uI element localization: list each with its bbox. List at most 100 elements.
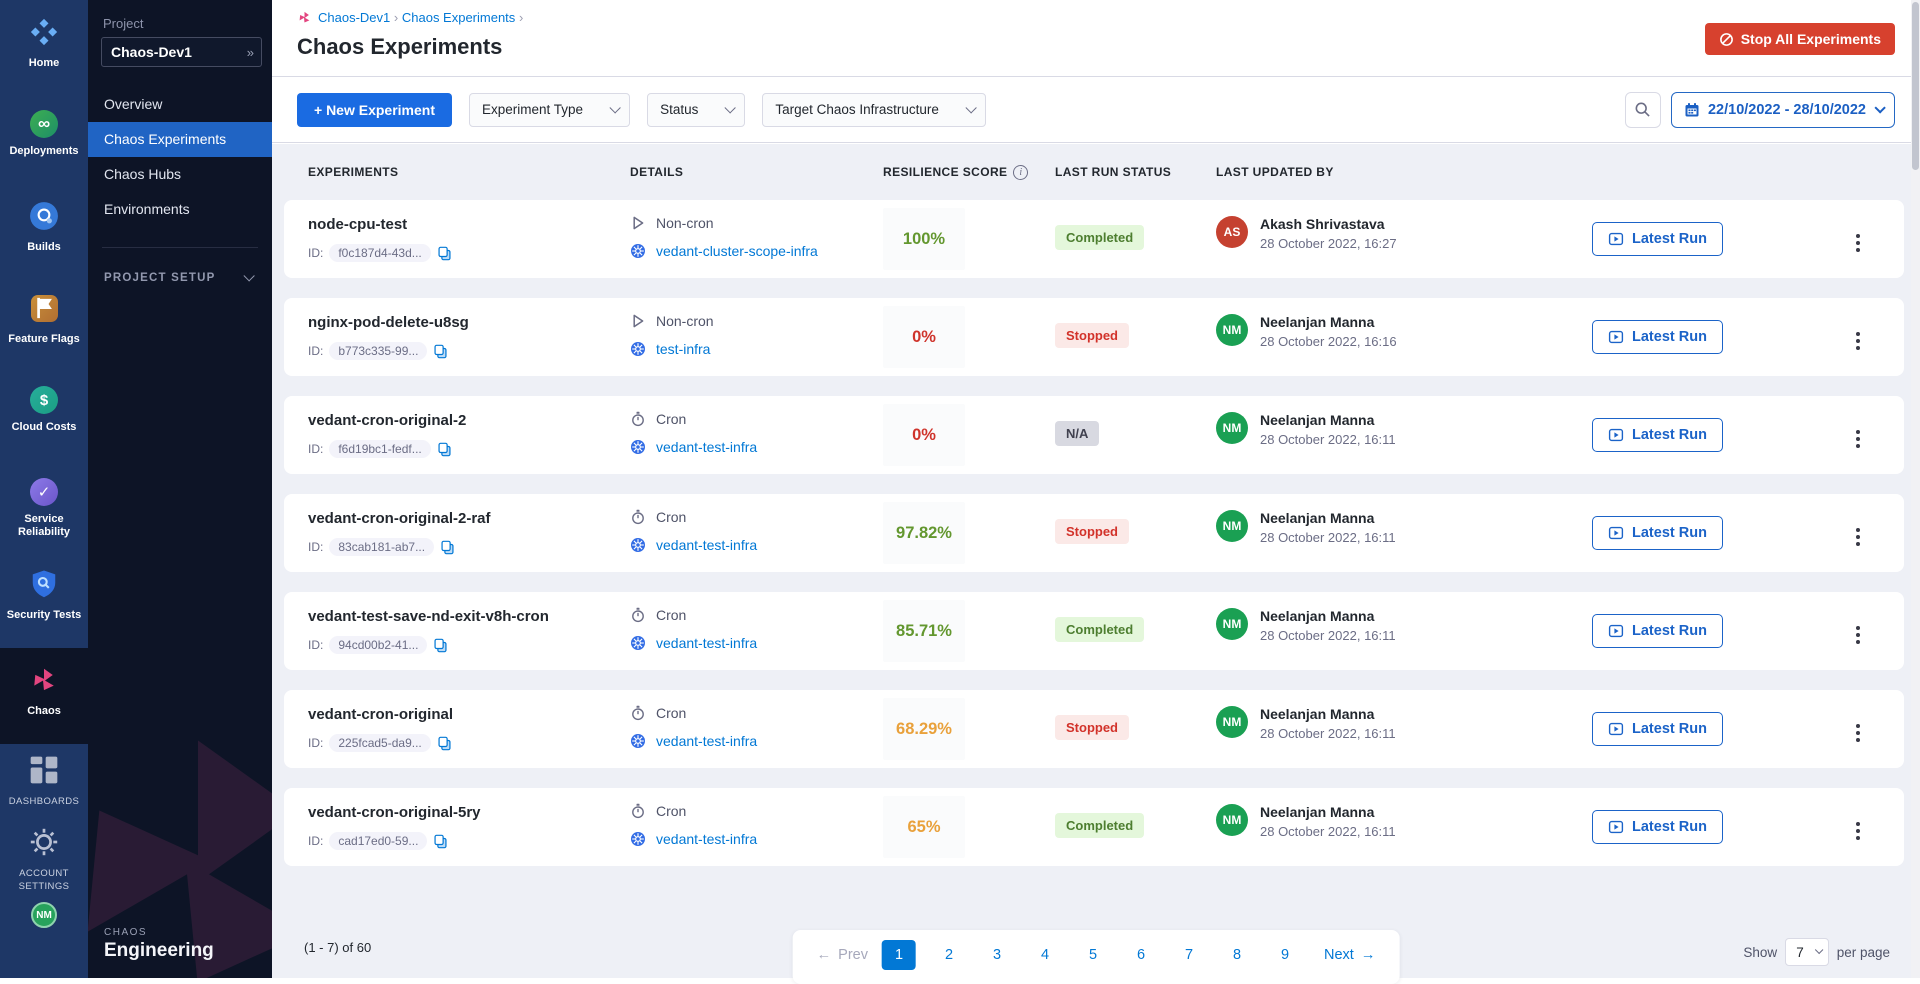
page-number-button[interactable]: 3 — [982, 940, 1012, 970]
latest-run-button[interactable]: Latest Run — [1592, 516, 1723, 550]
table-row[interactable]: vedant-cron-original-2-raf ID: 83cab181-… — [284, 494, 1904, 572]
user-avatar[interactable]: NM — [1216, 804, 1248, 836]
user-avatar[interactable]: NM — [31, 902, 57, 928]
latest-run-button[interactable]: Latest Run — [1592, 320, 1723, 354]
experiment-id[interactable]: f6d19bc1-fedf... — [329, 440, 430, 458]
infrastructure-link[interactable]: vedant-test-infra — [656, 635, 757, 651]
experiment-name[interactable]: vedant-cron-original — [308, 690, 630, 723]
table-row[interactable]: node-cpu-test ID: f0c187d4-43d... Non-cr… — [284, 200, 1904, 278]
module-item-deployments[interactable]: ∞ Deployments — [0, 96, 88, 188]
infrastructure-link[interactable]: vedant-test-infra — [656, 831, 757, 847]
infrastructure-link[interactable]: test-infra — [656, 341, 710, 357]
module-item-chaos[interactable]: Chaos — [0, 648, 88, 744]
page-number-button[interactable]: 7 — [1174, 940, 1204, 970]
page-number-button[interactable]: 2 — [934, 940, 964, 970]
prev-page-button[interactable]: ← Prev — [811, 940, 874, 970]
project-nav-item[interactable]: Overview — [88, 87, 272, 122]
copy-icon[interactable] — [437, 442, 452, 457]
table-row[interactable]: nginx-pod-delete-u8sg ID: b773c335-99...… — [284, 298, 1904, 376]
project-nav-item[interactable]: Environments — [88, 192, 272, 227]
module-item-security-tests[interactable]: Security Tests — [0, 556, 88, 648]
experiment-id[interactable]: b773c335-99... — [329, 342, 427, 360]
kebab-menu[interactable] — [1852, 720, 1864, 768]
page-number-button[interactable]: 6 — [1126, 940, 1156, 970]
experiment-id[interactable]: f0c187d4-43d... — [329, 244, 430, 262]
experiment-name[interactable]: vedant-cron-original-5ry — [308, 788, 630, 821]
page-number-button[interactable]: 8 — [1222, 940, 1252, 970]
kebab-menu[interactable] — [1852, 524, 1864, 572]
copy-icon[interactable] — [433, 344, 448, 359]
module-item-feature-flags[interactable]: Feature Flags — [0, 280, 88, 372]
experiment-name[interactable]: node-cpu-test — [308, 200, 630, 233]
copy-icon[interactable] — [440, 540, 455, 555]
latest-run-button[interactable]: Latest Run — [1592, 418, 1723, 452]
infrastructure-link[interactable]: vedant-test-infra — [656, 733, 757, 749]
filter-dropdown[interactable]: Experiment Type — [469, 93, 630, 127]
infrastructure-link[interactable]: vedant-test-infra — [656, 537, 757, 553]
experiment-name[interactable]: nginx-pod-delete-u8sg — [308, 298, 630, 331]
copy-icon[interactable] — [433, 638, 448, 653]
brand-name: Engineering — [104, 940, 214, 962]
user-avatar[interactable]: AS — [1216, 216, 1248, 248]
filter-dropdown[interactable]: Target Chaos Infrastructure — [762, 93, 986, 127]
latest-run-button[interactable]: Latest Run — [1592, 222, 1723, 256]
infrastructure-link[interactable]: vedant-cluster-scope-infra — [656, 243, 818, 259]
page-number-button[interactable]: 9 — [1270, 940, 1300, 970]
scrollbar[interactable] — [1911, 0, 1920, 978]
kebab-menu[interactable] — [1852, 230, 1864, 278]
infrastructure-link[interactable]: vedant-test-infra — [656, 439, 757, 455]
page-number-button[interactable]: 5 — [1078, 940, 1108, 970]
module-item-dashboards[interactable]: DASHBOARDS — [0, 744, 88, 816]
user-avatar[interactable]: NM — [1216, 608, 1248, 640]
project-nav-item[interactable]: Chaos Experiments — [88, 122, 272, 157]
project-setup-toggle[interactable]: PROJECT SETUP — [104, 272, 272, 284]
kebab-menu[interactable] — [1852, 328, 1864, 376]
project-nav-item[interactable]: Chaos Hubs — [88, 157, 272, 192]
user-avatar[interactable]: NM — [1216, 314, 1248, 346]
module-item-account-settings[interactable]: ACCOUNT SETTINGS — [0, 816, 88, 888]
latest-run-button[interactable]: Latest Run — [1592, 712, 1723, 746]
table-row[interactable]: vedant-cron-original-2 ID: f6d19bc1-fedf… — [284, 396, 1904, 474]
user-avatar[interactable]: NM — [1216, 706, 1248, 738]
module-item-home[interactable]: Home — [0, 4, 88, 96]
module-item-builds[interactable]: Builds — [0, 188, 88, 280]
table-row[interactable]: vedant-cron-original-5ry ID: cad17ed0-59… — [284, 788, 1904, 866]
page-number-button[interactable]: 1 — [882, 940, 916, 970]
user-avatar[interactable]: NM — [1216, 510, 1248, 542]
filter-dropdown[interactable]: Status — [647, 93, 745, 127]
copy-icon[interactable] — [433, 834, 448, 849]
copy-icon[interactable] — [437, 736, 452, 751]
module-item-service-reliability[interactable]: ✓ Service Reliability — [0, 464, 88, 556]
next-page-button[interactable]: Next → — [1318, 940, 1381, 970]
experiment-id[interactable]: 225fcad5-da9... — [329, 734, 430, 752]
table-row[interactable]: vedant-cron-original ID: 225fcad5-da9...… — [284, 690, 1904, 768]
experiment-name[interactable]: vedant-cron-original-2 — [308, 396, 630, 429]
user-avatar[interactable]: NM — [1216, 412, 1248, 444]
experiment-id[interactable]: cad17ed0-59... — [329, 832, 427, 850]
project-selector[interactable]: Chaos-Dev1 » — [101, 37, 262, 67]
info-icon[interactable]: i — [1013, 165, 1028, 180]
per-page-select[interactable]: 7 — [1785, 938, 1829, 966]
breadcrumb-link[interactable]: Chaos Experiments — [402, 10, 515, 25]
new-experiment-button[interactable]: + New Experiment — [297, 93, 452, 127]
stop-all-experiments-button[interactable]: Stop All Experiments — [1705, 23, 1895, 55]
copy-icon[interactable] — [437, 246, 452, 261]
scrollbar-thumb[interactable] — [1912, 2, 1919, 170]
table-row[interactable]: vedant-test-save-nd-exit-v8h-cron ID: 94… — [284, 592, 1904, 670]
latest-run-button[interactable]: Latest Run — [1592, 810, 1723, 844]
search-button[interactable] — [1625, 92, 1661, 128]
latest-run-button[interactable]: Latest Run — [1592, 614, 1723, 648]
experiment-id[interactable]: 94cd00b2-41... — [329, 636, 427, 654]
module-item-cloud-costs[interactable]: $ Cloud Costs — [0, 372, 88, 464]
date-range-picker[interactable]: 22/10/2022 - 28/10/2022 — [1671, 92, 1895, 128]
breadcrumb-link[interactable]: Chaos-Dev1 — [318, 10, 390, 25]
experiment-name[interactable]: vedant-cron-original-2-raf — [308, 494, 630, 527]
expand-double-chevron-icon[interactable]: » — [247, 45, 254, 60]
kebab-menu[interactable] — [1852, 426, 1864, 474]
breadcrumb: Chaos-Dev1 › Chaos Experiments › — [297, 10, 1920, 25]
kebab-menu[interactable] — [1852, 622, 1864, 670]
kebab-menu[interactable] — [1852, 818, 1864, 866]
experiment-id[interactable]: 83cab181-ab7... — [329, 538, 434, 556]
page-number-button[interactable]: 4 — [1030, 940, 1060, 970]
experiment-name[interactable]: vedant-test-save-nd-exit-v8h-cron — [308, 592, 630, 625]
